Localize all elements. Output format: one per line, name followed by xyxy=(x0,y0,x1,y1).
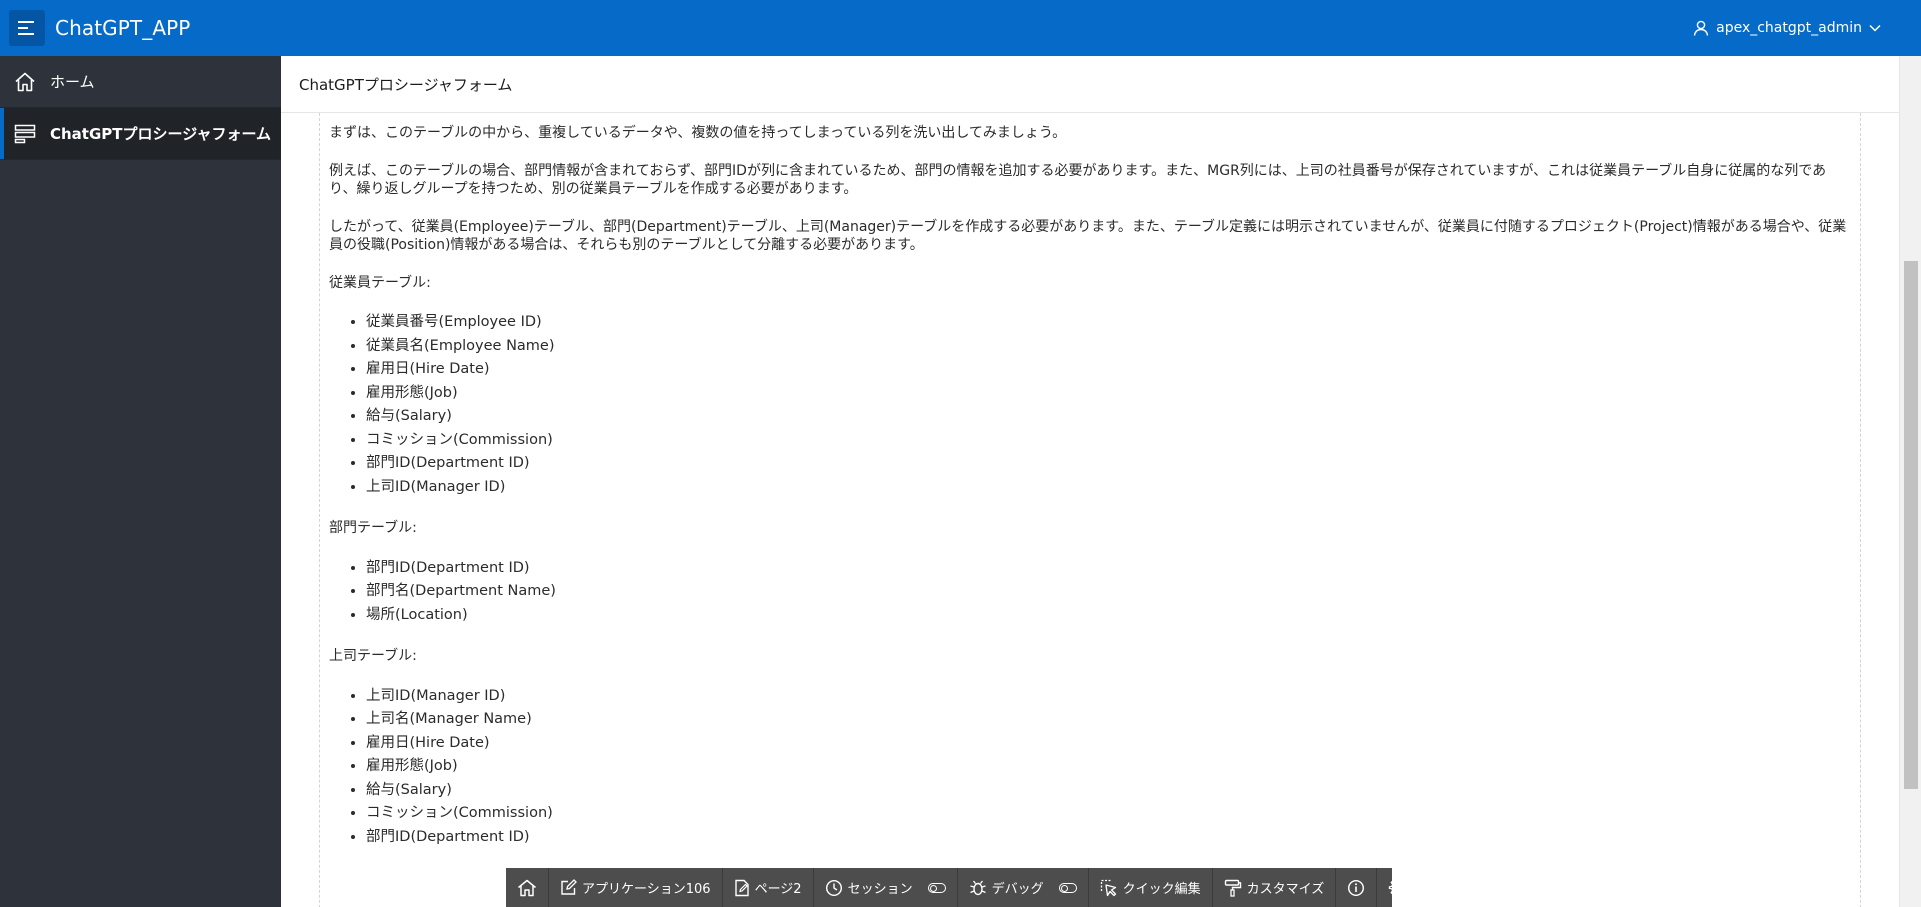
user-name: apex_chatgpt_admin xyxy=(1716,20,1862,36)
bug-icon xyxy=(969,880,986,895)
dev-session-label: セッション xyxy=(847,882,913,897)
paragraph-3: したがって、従業員(Employee)テーブル、部門(Department)テー… xyxy=(329,218,1847,254)
dev-home-button[interactable] xyxy=(506,868,549,907)
page-scrollbar[interactable] xyxy=(1899,56,1921,907)
dev-debug-label: デバッグ xyxy=(991,882,1044,897)
debug-toggle-icon[interactable] xyxy=(1058,882,1077,893)
app-header: ChatGPT_APP apex_chatgpt_admin xyxy=(0,0,1921,56)
content-region: まずは、このテーブルの中から、重複しているデータや、複数の値を持ってしまっている… xyxy=(281,113,1899,907)
home-icon xyxy=(0,72,50,92)
scrollbar-thumb[interactable] xyxy=(1904,261,1918,789)
breadcrumb: ChatGPTプロシージャフォーム xyxy=(281,56,1899,113)
clock-icon xyxy=(825,879,842,896)
dev-page-label: ページ2 xyxy=(754,882,802,897)
developer-toolbar: アプリケーション106 ページ2 セッション デバッグ クイック編集 カスタマイ… xyxy=(506,868,1407,907)
main-content: ChatGPTプロシージャフォーム まずは、このテーブルの中から、重複しているデ… xyxy=(281,56,1899,907)
page-edit-icon xyxy=(734,879,749,896)
list-item: 雇用形態(Job) xyxy=(366,755,1850,779)
list-item: 部門ID(Department ID) xyxy=(366,557,1850,581)
department-table-list: 部門ID(Department ID) 部門名(Department Name)… xyxy=(329,557,1850,628)
employee-table-list: 従業員番号(Employee ID) 従業員名(Employee Name) 雇… xyxy=(329,311,1850,499)
cursor-select-icon xyxy=(1100,879,1116,896)
session-toggle-icon[interactable] xyxy=(927,882,946,893)
user-icon xyxy=(1693,20,1709,36)
paint-roller-icon xyxy=(1224,879,1241,897)
sidebar-nav: ホーム ChatGPTプロシージャフォーム xyxy=(0,56,281,907)
list-item: 上司ID(Manager ID) xyxy=(366,476,1850,500)
app-title[interactable]: ChatGPT_APP xyxy=(55,16,190,40)
dev-session-button[interactable]: セッション xyxy=(814,868,958,907)
sidebar-item-home[interactable]: ホーム xyxy=(0,56,281,108)
manager-table-list: 上司ID(Manager ID) 上司名(Manager Name) 雇用日(H… xyxy=(329,685,1850,850)
list-item: 雇用日(Hire Date) xyxy=(366,358,1850,382)
list-item: 上司ID(Manager ID) xyxy=(366,685,1850,709)
list-item: 場所(Location) xyxy=(366,604,1850,628)
list-item: 給与(Salary) xyxy=(366,405,1850,429)
sidebar-item-label: ホーム xyxy=(50,73,95,91)
gear-icon xyxy=(1389,878,1407,897)
sidebar-item-label: ChatGPTプロシージャフォーム xyxy=(50,125,272,143)
list-item: 部門名(Department Name) xyxy=(366,580,1850,604)
list-item: 雇用日(Hire Date) xyxy=(366,732,1850,756)
list-item: 雇用形態(Job) xyxy=(366,382,1850,406)
list-item: 従業員名(Employee Name) xyxy=(366,335,1850,359)
form-list-icon xyxy=(0,124,50,144)
response-text-region: まずは、このテーブルの中から、重複しているデータや、複数の値を持ってしまっている… xyxy=(319,113,1861,907)
dev-application-label: アプリケーション106 xyxy=(582,882,711,897)
dev-page-button[interactable]: ページ2 xyxy=(723,868,814,907)
info-icon xyxy=(1348,879,1365,896)
chevron-down-icon xyxy=(1869,24,1881,32)
home-icon xyxy=(518,879,536,896)
navigation-menu-button[interactable] xyxy=(9,10,45,46)
hamburger-icon xyxy=(18,21,34,35)
list-item: 従業員番号(Employee ID) xyxy=(366,311,1850,335)
list-item: 上司名(Manager Name) xyxy=(366,708,1850,732)
dev-customize-button[interactable]: カスタマイズ xyxy=(1213,868,1337,907)
user-menu[interactable]: apex_chatgpt_admin xyxy=(1693,0,1881,56)
edit-icon xyxy=(561,879,577,895)
employee-table-heading: 従業員テーブル: xyxy=(329,274,431,291)
list-item: 給与(Salary) xyxy=(366,779,1850,803)
sidebar-item-chatgpt-form[interactable]: ChatGPTプロシージャフォーム xyxy=(0,108,281,160)
list-item: コミッション(Commission) xyxy=(366,429,1850,453)
dev-debug-button[interactable]: デバッグ xyxy=(958,868,1089,907)
paragraph-1: まずは、このテーブルの中から、重複しているデータや、複数の値を持ってしまっている… xyxy=(329,125,1067,141)
department-table-heading: 部門テーブル: xyxy=(329,520,417,536)
manager-table-heading: 上司テーブル: xyxy=(329,648,417,664)
list-item: 部門ID(Department ID) xyxy=(366,452,1850,476)
dev-application-button[interactable]: アプリケーション106 xyxy=(549,868,723,907)
dev-quick-edit-button[interactable]: クイック編集 xyxy=(1089,868,1213,907)
page-title: ChatGPTプロシージャフォーム xyxy=(299,75,513,94)
list-item: コミッション(Commission) xyxy=(366,802,1850,826)
paragraph-2: 例えば、このテーブルの場合、部門情報が含まれておらず、部門IDが列に含まれている… xyxy=(329,162,1827,198)
dev-quick-edit-label: クイック編集 xyxy=(1122,882,1201,897)
dev-info-button[interactable] xyxy=(1336,868,1378,907)
dev-customize-label: カスタマイズ xyxy=(1246,882,1325,897)
dev-settings-button[interactable] xyxy=(1377,868,1418,907)
list-item: 部門ID(Department ID) xyxy=(366,826,1850,850)
